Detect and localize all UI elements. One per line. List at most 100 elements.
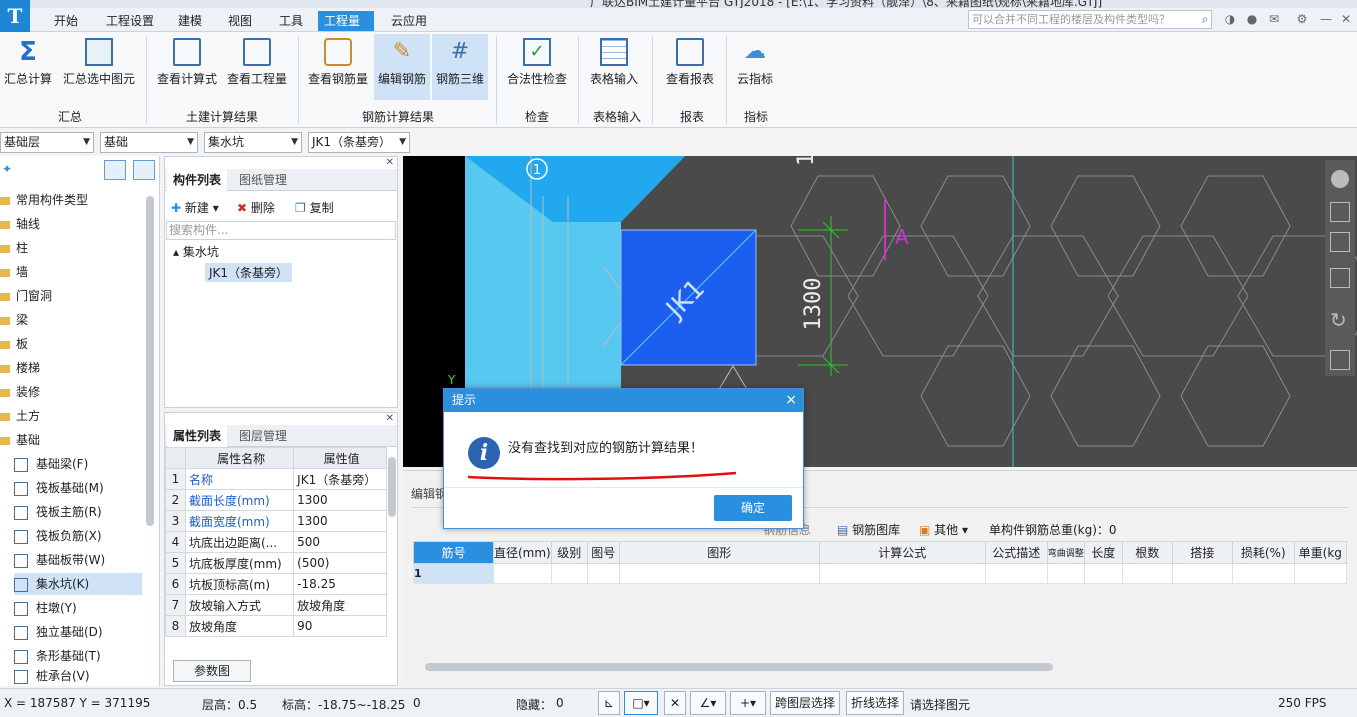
close-icon[interactable]: ✕ xyxy=(386,157,394,168)
tree-sub-item[interactable]: 柱墩(Y) xyxy=(14,597,77,619)
edit-rebar-button[interactable]: ✎ 编辑钢筋 xyxy=(374,34,430,100)
menu-quantities[interactable]: 工程量 xyxy=(318,11,374,31)
menu-view[interactable]: 视图 xyxy=(222,11,258,31)
component-item-selected[interactable]: JK1（条基旁） xyxy=(205,263,293,282)
user-icon[interactable]: ◑ xyxy=(1222,11,1238,27)
property-scrollbar[interactable] xyxy=(388,457,396,517)
angle-icon[interactable]: ∠▾ xyxy=(690,691,726,715)
component-select[interactable]: JK1（条基旁） ▼ xyxy=(308,132,410,153)
tree-sub-item[interactable]: 基础板带(W) xyxy=(14,549,105,571)
orbit-icon[interactable] xyxy=(1331,170,1349,188)
help-search-input[interactable]: 可以合并不同工程的楼层及构件类型吗？ xyxy=(968,10,1212,29)
rotate-icon[interactable]: ↻ xyxy=(1330,308,1347,332)
tab-layer-management[interactable]: 图层管理 xyxy=(233,425,293,447)
polyline-select-button[interactable]: 折线选择 xyxy=(846,691,904,715)
minimize-icon[interactable]: — xyxy=(1318,11,1334,27)
tab-drawing-management[interactable]: 图纸管理 xyxy=(233,169,293,191)
menu-project-settings[interactable]: 工程设置 xyxy=(100,11,160,31)
category-select[interactable]: 基础 ▼ xyxy=(100,132,198,153)
copy-button[interactable]: ❐ 复制 xyxy=(295,199,334,216)
tab-edit-rebar[interactable]: 编辑钢 xyxy=(411,485,447,502)
tree-sub-item-selected[interactable]: 集水坑(K) xyxy=(14,573,142,595)
table-input-button[interactable]: 表格输入 xyxy=(586,34,642,100)
star-icon[interactable]: ✦ xyxy=(2,162,12,176)
message-icon[interactable]: ✉ xyxy=(1266,11,1282,27)
tree-group-sump[interactable]: ▴ 集水坑 xyxy=(173,243,219,260)
layer-view-icon[interactable] xyxy=(1330,350,1350,370)
list-view-icon[interactable] xyxy=(104,160,126,180)
view-rebar-button[interactable]: 查看钢筋量 xyxy=(304,34,372,100)
component-search-input[interactable]: 搜索构件... xyxy=(166,221,396,240)
menu-modeling[interactable]: 建模 xyxy=(172,11,208,31)
floor-select[interactable]: 基础层 ▼ xyxy=(0,132,94,153)
menu-tools[interactable]: 工具 xyxy=(273,11,309,31)
tree-category[interactable]: 墙 xyxy=(0,261,28,283)
tree-category[interactable]: 常用构件类型 xyxy=(0,189,88,211)
tree-category[interactable]: 轴线 xyxy=(0,213,40,235)
parameter-diagram-button[interactable]: 参数图 xyxy=(173,660,251,682)
type-select[interactable]: 集水坑 ▼ xyxy=(204,132,302,153)
header-bar-no[interactable]: 筋号 xyxy=(413,541,494,564)
tree-sub-item[interactable]: 基础梁(F) xyxy=(14,453,88,475)
tree-category[interactable]: 装修 xyxy=(0,381,40,403)
cube-icon[interactable] xyxy=(1330,232,1350,252)
horizontal-scrollbar[interactable] xyxy=(425,663,1053,671)
tree-category[interactable]: 柱 xyxy=(0,237,28,259)
table-row[interactable]: 1 xyxy=(413,563,1347,584)
new-button[interactable]: ✚ 新建 ▾ xyxy=(171,199,219,216)
other-button[interactable]: ▣ 其他 ▾ xyxy=(919,521,968,538)
tree-sub-item[interactable]: 筏板负筋(X) xyxy=(14,525,102,547)
delete-button[interactable]: ✖ 删除 xyxy=(237,199,275,216)
cross-icon[interactable]: ✕ xyxy=(664,691,686,715)
snap-icon[interactable]: □▾ xyxy=(624,691,658,715)
tree-category[interactable]: 楼梯 xyxy=(0,357,40,379)
close-icon[interactable]: × xyxy=(785,389,797,412)
tree-sub-item[interactable]: 筏板主筋(R) xyxy=(14,501,102,523)
menu-start[interactable]: 开始 xyxy=(48,11,84,31)
search-icon[interactable]: ⌕ xyxy=(1197,11,1213,27)
ortho-icon[interactable]: ⊾ xyxy=(598,691,620,715)
3d-view-icon[interactable] xyxy=(1330,202,1350,222)
cloud-index-button[interactable]: ☁ 云指标 xyxy=(732,34,778,100)
tree-category[interactable]: 门窗洞 xyxy=(0,285,52,307)
view-formula-button[interactable]: 查看计算式 xyxy=(154,34,220,100)
summary-calc-button[interactable]: Σ 汇总计算 xyxy=(2,34,54,100)
table-row[interactable]: 1 名称 JK1（条基旁） xyxy=(165,468,387,490)
view-quantity-button[interactable]: 查看工程量 xyxy=(224,34,290,100)
title-bar: 广联达BIM土建计量平台 GTJ2018 - [E:\1、学习资料（靓泽）\8、… xyxy=(0,0,1357,8)
box-view-icon[interactable] xyxy=(1330,268,1350,288)
table-row[interactable]: 4 坑底出边距离(... 500 xyxy=(165,531,387,553)
tab-component-list[interactable]: 构件列表 xyxy=(167,169,228,191)
table-row[interactable]: 3 截面宽度(mm) 1300 xyxy=(165,510,387,532)
view-report-button[interactable]: 查看报表 xyxy=(662,34,718,100)
prompt-dialog: 提示 × i 没有查找到对应的钢筋计算结果！ 确定 xyxy=(443,388,804,529)
tree-category[interactable]: 板 xyxy=(0,333,28,355)
ok-button[interactable]: 确定 xyxy=(714,495,792,521)
tree-sub-item[interactable]: 条形基础(T) xyxy=(14,645,101,667)
table-row[interactable]: 6 坑板顶标高(m) -18.25 xyxy=(165,573,387,595)
table-row[interactable]: 2 截面长度(mm) 1300 xyxy=(165,489,387,511)
tree-sub-item[interactable]: 桩承台(V) xyxy=(14,665,90,687)
table-row[interactable]: 7 放坡输入方式 放坡角度 xyxy=(165,594,387,616)
tree-sub-item[interactable]: 筏板基础(M) xyxy=(14,477,104,499)
table-row[interactable]: 5 坑底板厚度(mm) (500) xyxy=(165,552,387,574)
close-icon[interactable]: ✕ xyxy=(1338,11,1354,27)
tree-category[interactable]: 梁 xyxy=(0,309,28,331)
rebar-3d-button[interactable]: # 钢筋三维 xyxy=(432,34,488,100)
table-row[interactable]: 8 放坡角度 90 xyxy=(165,615,387,637)
tree-category[interactable]: 基础 xyxy=(0,429,40,451)
close-icon[interactable]: ✕ xyxy=(386,413,394,424)
offset-icon[interactable]: +▾ xyxy=(730,691,766,715)
account-icon[interactable]: ● xyxy=(1244,11,1260,27)
legality-check-button[interactable]: ✓ 合法性检查 xyxy=(504,34,570,100)
detail-view-icon[interactable] xyxy=(133,160,155,180)
summary-selected-button[interactable]: 汇总选中图元 xyxy=(60,34,138,100)
tab-property-list[interactable]: 属性列表 xyxy=(167,425,228,447)
cross-layer-select-button[interactable]: 跨图层选择 xyxy=(770,691,840,715)
menu-cloud[interactable]: 云应用 xyxy=(385,11,433,31)
tree-sub-item[interactable]: 独立基础(D) xyxy=(14,621,103,643)
tree-category[interactable]: 土方 xyxy=(0,405,40,427)
rebar-library-button[interactable]: ▤ 钢筋图库 xyxy=(837,521,900,538)
settings-icon[interactable]: ⚙ xyxy=(1294,11,1310,27)
tree-scrollbar[interactable] xyxy=(146,196,154,526)
